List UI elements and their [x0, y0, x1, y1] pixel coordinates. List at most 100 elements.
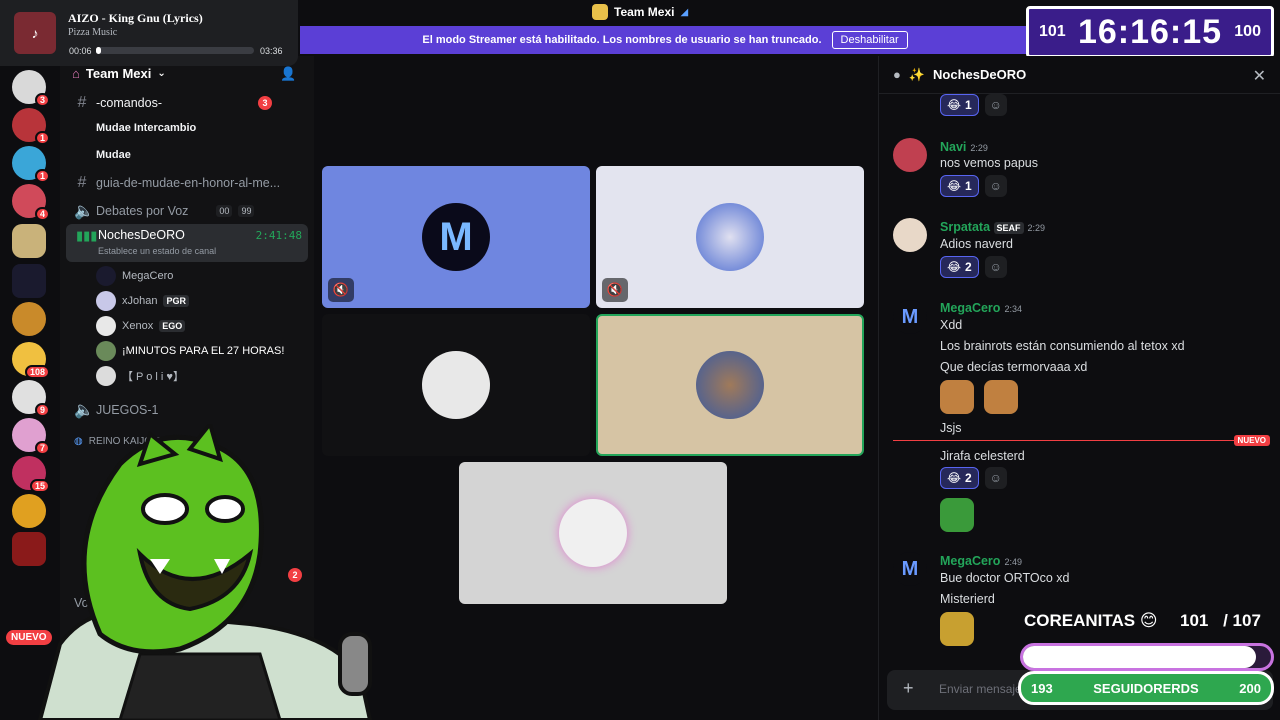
- stream-clock-widget: 101 16:16:15 100: [1026, 6, 1274, 58]
- reaction-laugh[interactable]: 😂 2: [940, 467, 979, 489]
- channel-debates-por-voz[interactable]: 🔈 Debates por Voz 00 99: [74, 201, 255, 221]
- voice-user-name: MegaCero: [122, 270, 174, 282]
- avatar[interactable]: M: [893, 552, 927, 586]
- home-icon: ⌂: [72, 66, 80, 81]
- laugh-emoji-icon: 😂: [947, 260, 962, 274]
- reaction-count: 2: [965, 471, 972, 485]
- message-time: 2:34: [1004, 304, 1022, 314]
- reaction-count: 1: [965, 98, 972, 112]
- streamer-mode-banner: El modo Streamer está habilitado. Los no…: [300, 26, 1030, 54]
- message-text: Bue doctor ORTOco xd: [940, 571, 1070, 585]
- song-progress-fill: [96, 47, 101, 54]
- laugh-emoji-icon: 😂: [947, 98, 962, 112]
- channel-label: Mudae: [96, 149, 131, 161]
- clock-time: 16:16:15: [1077, 12, 1223, 51]
- voice-user-name: 【 P o l i ♥】: [122, 371, 184, 383]
- reaction-laugh[interactable]: 😂 1: [940, 175, 979, 197]
- face-emoji-icon: 😊: [1139, 611, 1158, 630]
- add-reaction-icon[interactable]: ☺: [984, 175, 1007, 197]
- video-tile-speaking-user[interactable]: [596, 314, 864, 456]
- message-time: 2:29: [1027, 223, 1046, 233]
- unread-badge: 3: [258, 96, 272, 110]
- overlay-title: COREANITAS: [1024, 611, 1136, 630]
- chat-header: ● ✨ NochesDeORO: [879, 56, 1280, 94]
- elapsed-time: 00:06: [69, 46, 92, 56]
- channel-guia-de-mudae[interactable]: # guia-de-mudae-en-honor-al-me...: [74, 174, 281, 192]
- sticker-icon: [940, 612, 974, 646]
- plus-icon[interactable]: +: [903, 678, 914, 699]
- message-author[interactable]: MegaCero 2:49: [940, 554, 1022, 568]
- verified-icon: ◢: [680, 6, 689, 18]
- mute-icon: 🔇: [602, 278, 628, 302]
- titlebar-title: Team Mexi: [614, 5, 675, 19]
- banner-text: El modo Streamer está habilitado. Los no…: [422, 34, 822, 46]
- avatar[interactable]: [893, 218, 927, 252]
- hash-icon: #: [77, 94, 87, 111]
- add-reaction-icon[interactable]: ☺: [984, 94, 1007, 116]
- server-icon-4[interactable]: 4: [12, 184, 50, 221]
- server-icon-7[interactable]: [12, 302, 46, 336]
- laugh-emoji-icon: 😂: [947, 471, 962, 485]
- message-text: nos vemos papus: [940, 156, 1038, 170]
- voice-user-xenox[interactable]: Xenox EGO: [96, 316, 186, 336]
- message-text: Misterierd: [940, 592, 995, 606]
- voice-user-poli[interactable]: 【 P o l i ♥】: [96, 366, 184, 386]
- channel-status[interactable]: Establece un estado de canal: [98, 246, 216, 256]
- dog-sticker-icon: [984, 380, 1018, 414]
- followers-label: SEGUIDORERDS: [1093, 680, 1199, 696]
- server-header[interactable]: ⌂ Team Mexi ⌄: [72, 66, 166, 81]
- server-icon-1[interactable]: 3: [12, 70, 50, 107]
- channel-comandos[interactable]: # -comandos- 3: [74, 94, 272, 112]
- speaker-icon: 🔈: [74, 203, 94, 220]
- avatar[interactable]: M: [893, 300, 927, 334]
- channel-label: Mudae Intercambio: [96, 122, 197, 134]
- avatar[interactable]: [893, 138, 927, 172]
- server-icon-9[interactable]: 9: [12, 380, 50, 417]
- reaction-row: 😂 1 ☺: [940, 175, 1007, 197]
- video-tile-xjohan[interactable]: 🔇: [596, 166, 864, 308]
- goal-progress-bar: [1020, 643, 1274, 671]
- message-author[interactable]: MegaCero 2:34: [940, 301, 1022, 315]
- server-icon-8[interactable]: 108: [12, 342, 50, 379]
- disable-streamer-button[interactable]: Deshabilitar: [831, 31, 908, 49]
- server-icon-3[interactable]: 1: [12, 146, 50, 183]
- message-text: Adios naverd: [940, 237, 1013, 251]
- server-icon-2[interactable]: 1: [12, 108, 50, 145]
- server-icon-europa[interactable]: [12, 264, 46, 298]
- guild-tag: EGO: [159, 320, 186, 332]
- add-reaction-icon[interactable]: ☺: [984, 256, 1007, 278]
- avatar: M: [422, 203, 490, 271]
- channel-juegos-1[interactable]: 🔈 JUEGOS-1: [74, 400, 159, 420]
- voice-limit: 99: [238, 205, 255, 217]
- message-text: Jsjs: [940, 421, 962, 435]
- thread-mudae-intercambio[interactable]: Mudae Intercambio: [96, 122, 196, 134]
- now-playing-widget: ♪ AIZO - King Gnu (Lyrics) Pizza Music 0…: [0, 0, 298, 66]
- overlay-label: COREANITAS 😊: [1024, 611, 1158, 631]
- voice-user-name: Xenox: [122, 320, 154, 332]
- server-badge: 4: [34, 207, 50, 221]
- message-author[interactable]: Srpatata SEAF 2:29: [940, 220, 1045, 234]
- reaction-laugh[interactable]: 😂 1: [940, 94, 979, 116]
- reaction-laugh[interactable]: 😂 2: [940, 256, 979, 278]
- song-artist: Pizza Music: [68, 27, 118, 38]
- active-voice-name: NochesDeORO: [98, 228, 185, 242]
- sparkle-icon: ✨: [908, 66, 926, 82]
- voice-user-megacero[interactable]: MegaCero: [96, 266, 173, 286]
- author-name: MegaCero: [940, 301, 1001, 315]
- server-icon-team-mexi[interactable]: [12, 224, 46, 258]
- video-tile-megacero[interactable]: M 🔇: [322, 166, 590, 308]
- mute-icon: 🔇: [328, 278, 354, 302]
- server-badge: 3: [34, 93, 50, 107]
- thread-mudae[interactable]: Mudae: [96, 149, 131, 161]
- video-tile-poli[interactable]: [459, 462, 727, 604]
- close-icon[interactable]: ✕: [1253, 66, 1266, 86]
- active-voice-channel[interactable]: ▮▮▮ NochesDeORO 2:41:48 Establece un est…: [66, 224, 308, 262]
- voice-user-xjohan[interactable]: xJohan PGR: [96, 291, 189, 311]
- message-author[interactable]: Navi 2:29: [940, 140, 988, 154]
- voice-user-minutos[interactable]: ¡MINUTOS PARA EL 27 HORAS!: [96, 341, 284, 361]
- clock-left-value: 101: [1039, 23, 1066, 40]
- author-name: Srpatata: [940, 220, 991, 234]
- message-text: Los brainrots están consumiendo al tetox…: [940, 339, 1185, 353]
- add-member-icon[interactable]: 👤: [280, 66, 296, 82]
- add-reaction-icon[interactable]: ☺: [984, 467, 1007, 489]
